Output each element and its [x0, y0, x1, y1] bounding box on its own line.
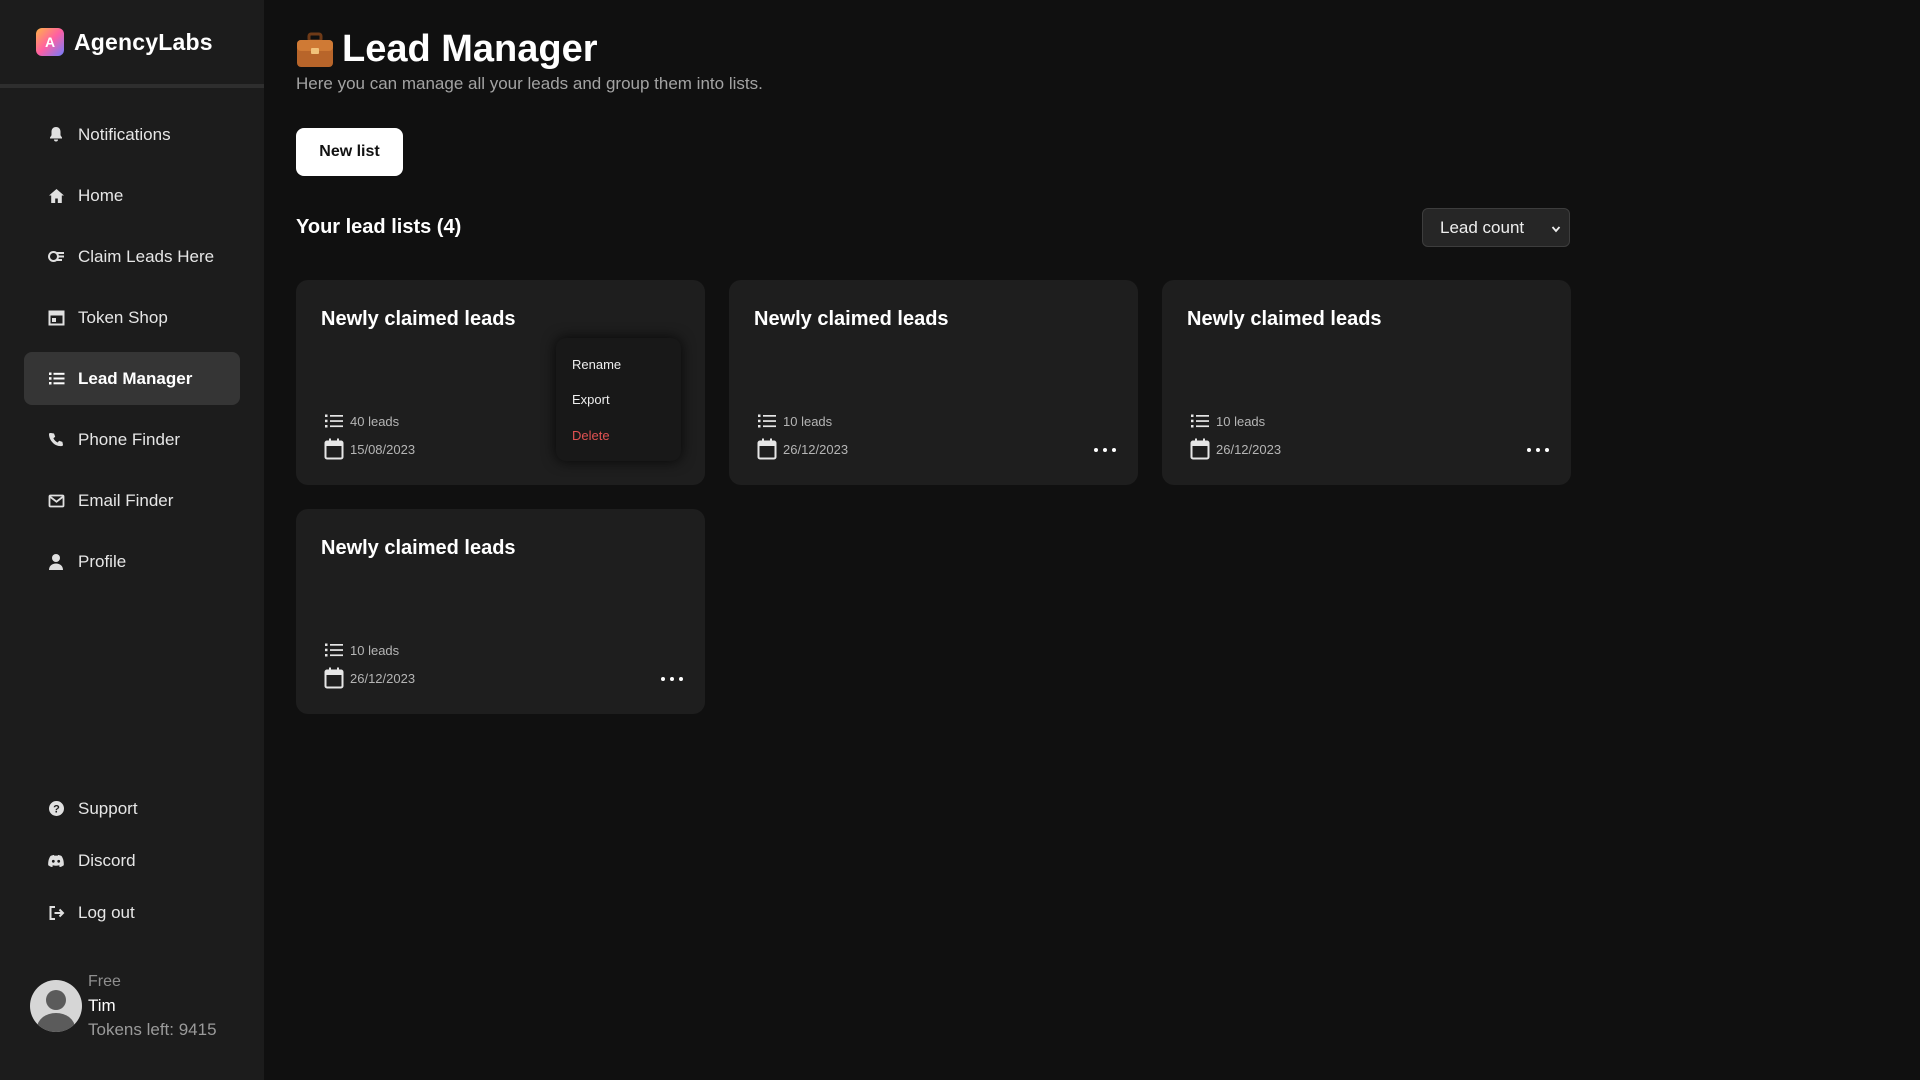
sort-select[interactable]: Lead count	[1422, 208, 1570, 247]
new-list-button[interactable]: New list	[296, 128, 403, 176]
export-menu-item[interactable]: Export	[572, 392, 610, 407]
discord-icon	[47, 852, 65, 870]
sidebar-item-claim-leads[interactable]: Claim Leads Here	[24, 230, 240, 283]
page-subtitle: Here you can manage all your leads and g…	[296, 74, 763, 93]
lead-count-text: 10 leads	[350, 642, 400, 658]
card-title: Newly claimed leads	[321, 537, 516, 559]
card-title: Newly claimed leads	[754, 308, 949, 330]
sidebar-item-label: Token Shop	[78, 307, 168, 327]
sidebar-item-label: Profile	[78, 551, 127, 571]
sidebar-bottom-nav: ? Support Discord Log out	[24, 786, 240, 942]
lead-list-card[interactable]: Newly claimed leads 40 leads 15/08/2023 …	[296, 280, 705, 485]
app-root: A AgencyLabs Notifications Home Claim Le…	[0, 0, 1920, 1080]
sidebar-nav: Notifications Home Claim Leads Here Toke…	[24, 108, 240, 596]
list-icon	[324, 410, 344, 432]
lead-count-text: 10 leads	[1216, 413, 1266, 429]
card-title: Newly claimed leads	[1187, 308, 1382, 330]
sidebar-item-logout[interactable]: Log out	[24, 890, 240, 935]
help-icon: ?	[47, 800, 65, 818]
main-content: Lead Manager Here you can manage all you…	[264, 0, 1920, 1080]
lead-count: 40 leads	[324, 410, 399, 432]
user-plan: Free	[88, 973, 121, 990]
page-title-text: Lead Manager	[342, 28, 598, 70]
calendar-icon	[324, 667, 344, 689]
calendar-icon	[757, 438, 777, 460]
sidebar-item-label: Support	[78, 798, 138, 818]
logout-icon	[47, 904, 65, 922]
avatar-head	[46, 990, 66, 1010]
list-icon	[757, 410, 777, 432]
brand-name: AgencyLabs	[74, 28, 213, 55]
user-info: Free Tim Tokens left: 9415	[88, 970, 217, 1042]
lead-count-text: 10 leads	[783, 413, 833, 429]
sidebar-item-label: Claim Leads Here	[78, 246, 215, 266]
sort-select-value: Lead count	[1440, 217, 1525, 237]
list-date-text: 26/12/2023	[783, 441, 849, 457]
lead-list-card[interactable]: Newly claimed leads 10 leads 26/12/2023	[296, 509, 705, 714]
sidebar-item-label: Email Finder	[78, 490, 174, 510]
more-options-icon[interactable]	[661, 672, 683, 686]
card-context-menu: Rename Export Delete	[556, 338, 681, 461]
svg-text:?: ?	[53, 804, 60, 816]
list-date: 26/12/2023	[757, 438, 848, 460]
lead-list-card[interactable]: Newly claimed leads 10 leads 26/12/2023	[1162, 280, 1571, 485]
lead-count: 10 leads	[324, 639, 399, 661]
list-icon	[47, 370, 65, 388]
sidebar-item-support[interactable]: ? Support	[24, 786, 240, 831]
more-options-icon[interactable]	[1527, 443, 1549, 457]
lead-list-card[interactable]: Newly claimed leads 10 leads 26/12/2023	[729, 280, 1138, 485]
brand-logo-letter: A	[44, 34, 56, 50]
briefcase-icon	[296, 32, 334, 68]
lead-count: 10 leads	[1190, 410, 1265, 432]
claim-icon	[47, 248, 65, 266]
sidebar-item-token-shop[interactable]: Token Shop	[24, 291, 240, 344]
lead-count: 10 leads	[757, 410, 832, 432]
user-name: Tim	[88, 996, 116, 1015]
sidebar-item-home[interactable]: Home	[24, 169, 240, 222]
calendar-icon	[324, 438, 344, 460]
brand[interactable]: A AgencyLabs	[0, 0, 264, 88]
card-title: Newly claimed leads	[321, 308, 516, 330]
list-icon	[1190, 410, 1210, 432]
list-date-text: 26/12/2023	[1216, 441, 1282, 457]
sidebar-item-label: Notifications	[78, 124, 171, 144]
rename-menu-item[interactable]: Rename	[572, 357, 621, 372]
shop-icon	[47, 309, 65, 327]
avatar-body	[37, 1013, 75, 1032]
user-tokens: Tokens left: 9415	[88, 1020, 217, 1039]
user-panel[interactable]: Free Tim Tokens left: 9415	[30, 970, 217, 1042]
phone-icon	[47, 431, 65, 449]
mail-icon	[47, 492, 65, 510]
page-title: Lead Manager	[296, 28, 598, 71]
list-date-text: 15/08/2023	[350, 441, 416, 457]
sidebar-item-discord[interactable]: Discord	[24, 838, 240, 883]
user-icon	[47, 553, 65, 571]
delete-menu-item[interactable]: Delete	[572, 428, 610, 443]
list-date: 26/12/2023	[1190, 438, 1281, 460]
bell-icon	[47, 126, 65, 144]
chevron-down-icon	[1550, 221, 1562, 241]
more-options-icon[interactable]	[1094, 443, 1116, 457]
sidebar: A AgencyLabs Notifications Home Claim Le…	[0, 0, 264, 1080]
sidebar-item-label: Lead Manager	[78, 368, 193, 388]
home-icon	[47, 187, 65, 205]
list-date-text: 26/12/2023	[350, 670, 416, 686]
brand-logo: A	[36, 28, 64, 56]
sidebar-item-notifications[interactable]: Notifications	[24, 108, 240, 161]
sidebar-item-label: Home	[78, 185, 124, 205]
list-date: 26/12/2023	[324, 667, 415, 689]
sidebar-item-label: Log out	[78, 902, 135, 922]
avatar	[30, 980, 82, 1032]
sidebar-item-email-finder[interactable]: Email Finder	[24, 474, 240, 527]
calendar-icon	[1190, 438, 1210, 460]
sidebar-item-lead-manager[interactable]: Lead Manager	[24, 352, 240, 405]
sidebar-item-phone-finder[interactable]: Phone Finder	[24, 413, 240, 466]
sidebar-item-profile[interactable]: Profile	[24, 535, 240, 588]
lead-lists-heading: Your lead lists (4)	[296, 216, 462, 238]
list-date: 15/08/2023	[324, 438, 415, 460]
sidebar-item-label: Phone Finder	[78, 429, 181, 449]
sidebar-item-label: Discord	[78, 850, 136, 870]
lead-count-text: 40 leads	[350, 413, 400, 429]
list-icon	[324, 639, 344, 661]
